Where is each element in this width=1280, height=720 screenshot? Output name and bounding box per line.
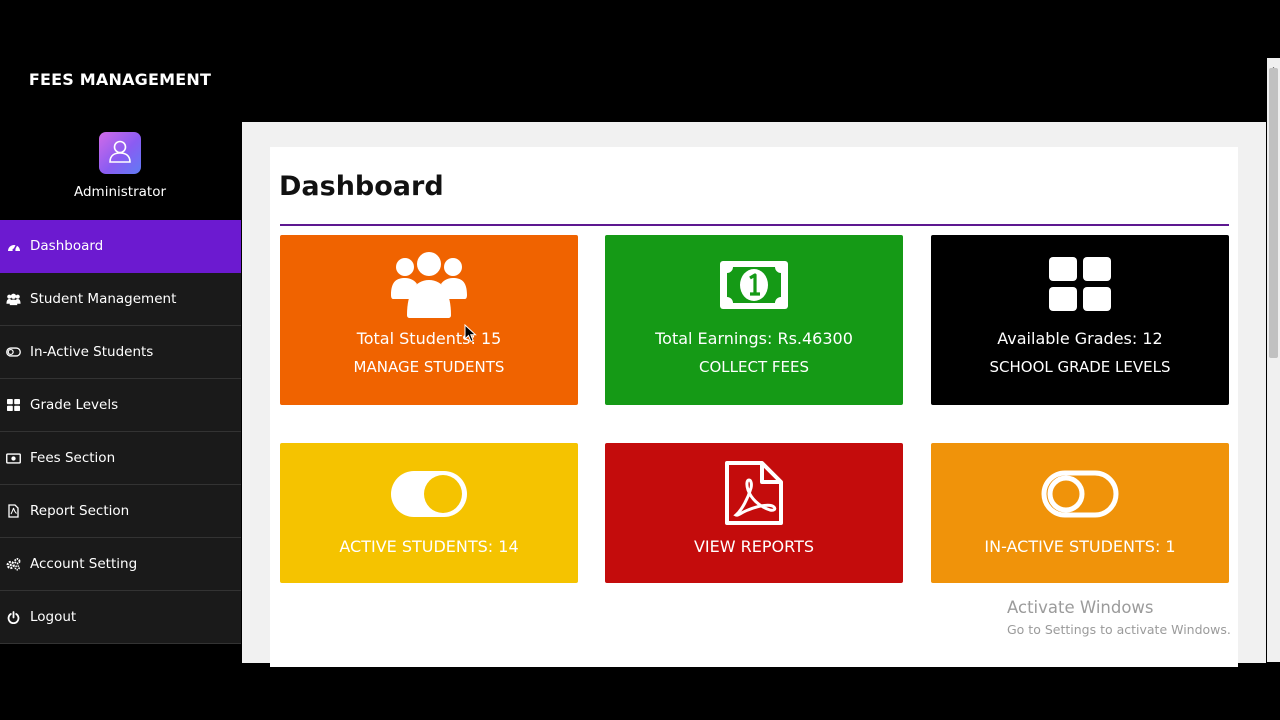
sidebar-item-label: Grade Levels xyxy=(30,397,119,413)
pdf-file-icon xyxy=(605,460,903,526)
scrollbar-thumb[interactable] xyxy=(1269,68,1278,358)
sidebar-nav: Dashboard Student Management In-Active S… xyxy=(0,220,241,644)
grid-icon xyxy=(931,257,1229,311)
money-bill-icon xyxy=(605,259,903,311)
tile-grade-levels[interactable]: Available Grades: 12 SCHOOL GRADE LEVELS xyxy=(931,235,1229,405)
total-students-text: Total Students: 15 xyxy=(356,329,502,348)
user-role: Administrator xyxy=(73,184,167,200)
dashboard-icon xyxy=(6,239,21,254)
available-grades-text: Available Grades: 12 xyxy=(997,329,1163,348)
dashboard-panel: Dashboard Total Students: 15 MANAGE STUD… xyxy=(270,147,1238,667)
sidebar-item-account-setting[interactable]: Account Setting xyxy=(0,538,241,591)
users-icon xyxy=(280,251,578,319)
sidebar-item-student-management[interactable]: Student Management xyxy=(0,273,241,326)
sidebar-item-label: Fees Section xyxy=(30,450,116,466)
sidebar-item-label: Logout xyxy=(30,609,77,625)
title-divider xyxy=(280,224,1229,226)
sidebar-item-logout[interactable]: Logout xyxy=(0,591,241,644)
avatar xyxy=(99,132,141,174)
view-reports-text: VIEW REPORTS xyxy=(693,537,815,556)
page-title: Dashboard xyxy=(279,171,444,202)
watermark-title: Activate Windows xyxy=(1007,598,1154,617)
toggle-on-icon xyxy=(280,469,578,519)
pdf-file-icon xyxy=(6,504,21,519)
windows-activation-watermark: Activate Windows Go to Settings to activ… xyxy=(1007,598,1231,637)
tile-view-reports[interactable]: VIEW REPORTS xyxy=(605,443,903,583)
toggle-off-icon xyxy=(6,345,21,360)
sidebar-item-dashboard[interactable]: Dashboard xyxy=(0,220,241,273)
users-icon xyxy=(6,292,21,307)
mouse-cursor-icon xyxy=(464,323,477,347)
watermark-subtitle: Go to Settings to activate Windows. xyxy=(1007,622,1231,637)
school-grade-levels-link[interactable]: SCHOOL GRADE LEVELS xyxy=(931,358,1229,376)
page-scrollbar[interactable] xyxy=(1267,58,1280,662)
user-icon xyxy=(106,137,134,169)
collect-fees-link[interactable]: COLLECT FEES xyxy=(605,358,903,376)
cogs-icon xyxy=(6,557,21,572)
user-profile: Administrator xyxy=(0,132,240,200)
sidebar-item-grade-levels[interactable]: Grade Levels xyxy=(0,379,241,432)
tile-active-students[interactable]: ACTIVE STUDENTS: 14 xyxy=(280,443,578,583)
tile-manage-students[interactable]: Total Students: 15 MANAGE STUDENTS xyxy=(280,235,578,405)
inactive-students-text: IN-ACTIVE STUDENTS: 1 xyxy=(984,537,1176,556)
manage-students-link[interactable]: MANAGE STUDENTS xyxy=(280,358,578,376)
total-earnings-text: Total Earnings: Rs.46300 xyxy=(655,329,853,348)
active-students-text: ACTIVE STUDENTS: 14 xyxy=(339,537,519,556)
app-title: FEES MANAGEMENT xyxy=(28,70,212,89)
sidebar-item-inactive-students[interactable]: In-Active Students xyxy=(0,326,241,379)
scroll-up-arrow-icon[interactable] xyxy=(1269,58,1278,71)
sidebar-item-label: Dashboard xyxy=(30,238,104,254)
toggle-off-icon xyxy=(931,469,1229,519)
sidebar-item-label: Account Setting xyxy=(30,556,138,572)
tile-inactive-students[interactable]: IN-ACTIVE STUDENTS: 1 xyxy=(931,443,1229,583)
sidebar-item-report-section[interactable]: Report Section xyxy=(0,485,241,538)
power-icon xyxy=(6,610,21,625)
sidebar-item-fees-section[interactable]: Fees Section xyxy=(0,432,241,485)
main-content: Dashboard Total Students: 15 MANAGE STUD… xyxy=(242,122,1266,667)
money-icon xyxy=(6,451,21,466)
sidebar-item-label: Report Section xyxy=(30,503,130,519)
sidebar-item-label: Student Management xyxy=(30,291,177,307)
tile-collect-fees[interactable]: Total Earnings: Rs.46300 COLLECT FEES xyxy=(605,235,903,405)
grid-icon xyxy=(6,398,21,413)
sidebar-item-label: In-Active Students xyxy=(30,344,154,360)
